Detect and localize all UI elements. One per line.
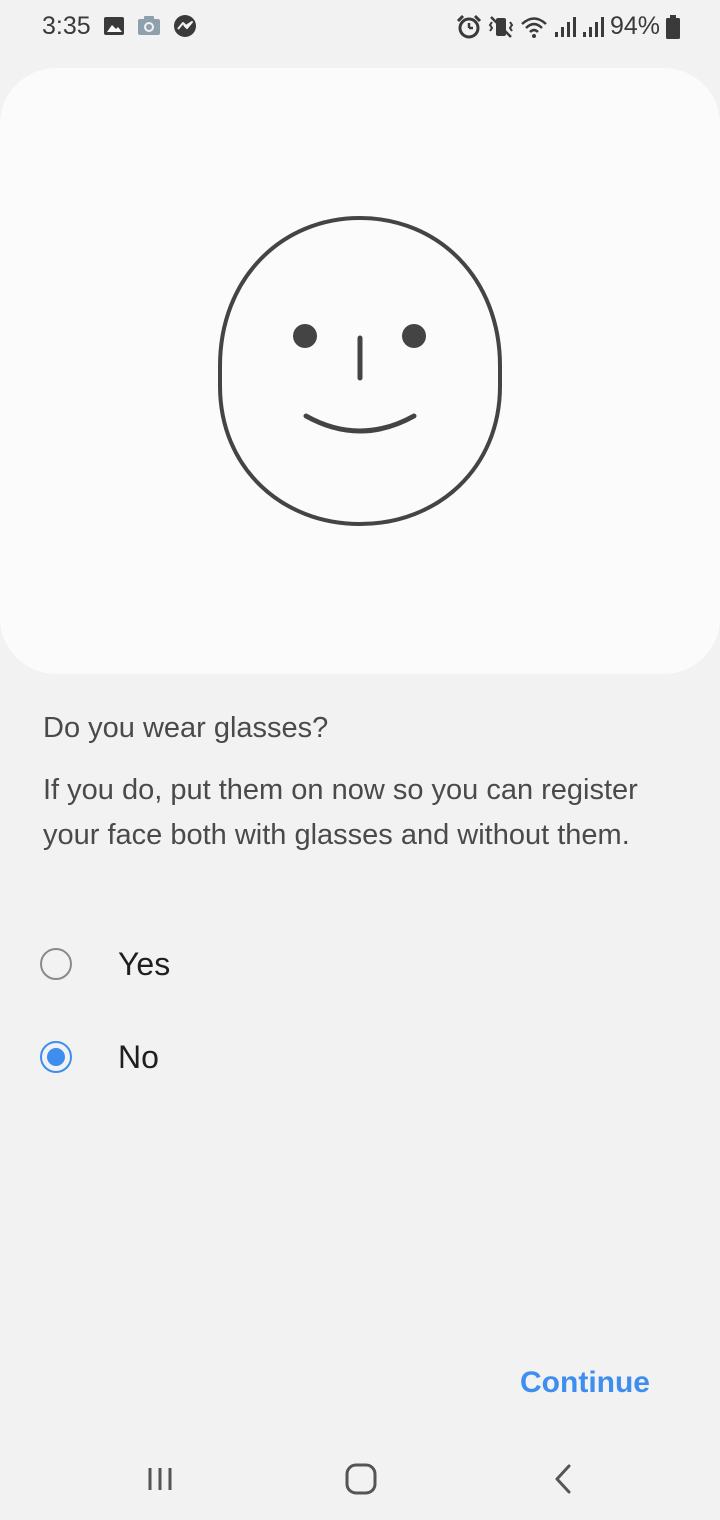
camera-icon [138,16,160,35]
illustration-card [0,68,720,674]
image-icon [104,17,124,35]
alarm-icon [456,14,482,38]
recent-apps-icon[interactable] [140,1460,180,1500]
wifi-icon [521,16,547,38]
battery-icon [666,14,680,39]
option-no[interactable]: No [40,1027,440,1087]
messenger-icon [174,15,196,37]
continue-button[interactable]: Continue [520,1366,650,1400]
home-icon[interactable] [341,1460,381,1500]
radio-button-yes[interactable] [40,948,72,980]
status-bar: 3:35 94% [0,0,720,56]
face-icon [218,216,502,527]
radio-button-no[interactable] [40,1041,72,1073]
status-right-icons: 94% [456,12,680,41]
option-yes[interactable]: Yes [40,934,440,994]
signal-icon [554,16,576,37]
navigation-bar [0,1440,720,1520]
battery-percent: 94% [609,12,660,40]
back-icon[interactable] [543,1460,583,1500]
question-heading: Do you wear glasses? [43,712,329,744]
vibrate-icon [488,15,514,38]
description-text: If you do, put them on now so you can re… [43,774,638,851]
status-time: 3:35 [42,12,91,40]
option-label-yes: Yes [118,945,171,982]
signal-icon [582,16,604,37]
option-label-no: No [118,1038,159,1075]
status-left-icons [103,14,197,38]
